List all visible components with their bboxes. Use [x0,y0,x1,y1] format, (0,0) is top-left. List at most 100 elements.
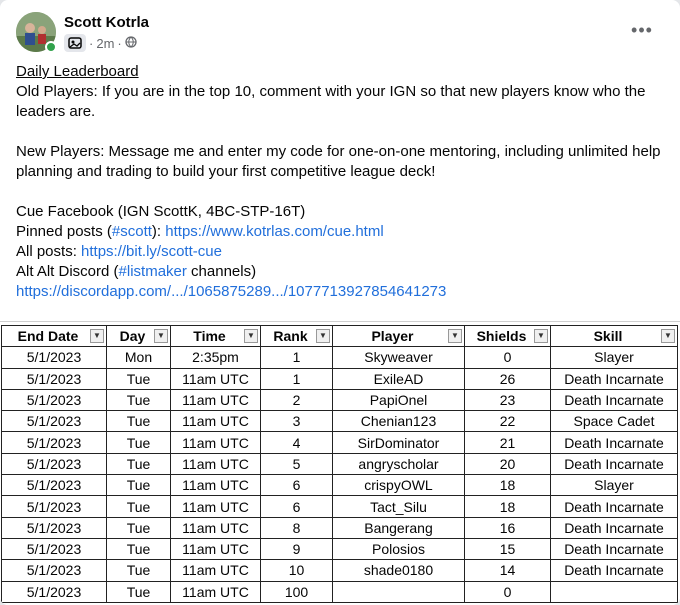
table-row: 5/1/2023 Tue 11am UTC 100 0 [1,580,678,603]
table-cell: 11am UTC [170,431,261,454]
table-cell: SirDominator [332,431,465,454]
column-header: Time ▼ [170,324,261,348]
online-status-dot [45,41,57,53]
new-players-text: New Players: Message me and enter my cod… [16,143,661,160]
old-players-text: Old Players: If you are in the top 10, c… [16,83,646,100]
table-cell: Bangerang [332,516,465,539]
table-cell: Slayer [550,474,678,497]
column-header: Player ▼ [332,324,465,348]
discord-line: https://discordapp.com/.../1065875289...… [16,282,666,302]
kotrlas-link[interactable]: https://www.kotrlas.com/cue.html [165,223,383,240]
column-header-label: Player [371,328,414,345]
all-posts-line: All posts: https://bit.ly/scott-cue [16,242,666,262]
table-row: 5/1/2023 Tue 11am UTC 6 crispyOWL 18 Slayer [1,474,678,497]
table-cell: angryscholar [332,452,465,476]
table-cell: 0 [464,580,551,603]
filter-dropdown-icon: ▼ [316,329,330,343]
column-header-label: Shields [476,328,527,345]
alt-discord-line: Alt Alt Discord (#listmaker channels) [16,262,666,282]
table-cell: 1 [260,346,333,369]
filter-dropdown-icon: ▼ [154,329,168,343]
table-cell: 11am UTC [170,495,261,518]
table-cell: 11am UTC [170,388,261,412]
table-cell: 5/1/2023 [1,474,107,497]
table-cell: 5/1/2023 [1,580,107,603]
bitly-link[interactable]: https://bit.ly/scott-cue [81,243,222,260]
table-cell: Polosios [332,537,465,561]
post-timestamp[interactable]: 2m [96,36,114,51]
table-row: 5/1/2023 Tue 11am UTC 1 ExileAD 26 Death Incar… [1,367,678,390]
table-row: 5/1/2023 Tue 11am UTC 5 angryscholar 20 Death … [1,452,678,476]
post-card: Scott Kotrla · 2m · ••• Daily Leaderboar… [0,0,680,605]
table-cell: 18 [464,495,551,518]
table-cell: 1 [260,367,333,390]
pinned-prefix: Pinned posts ( [16,223,112,240]
table-cell: 11am UTC [170,516,261,539]
table-cell: 5/1/2023 [1,431,107,454]
old-players-text-2: leaders are. [16,103,96,120]
table-cell: 14 [464,559,551,582]
table-cell: 6 [260,474,333,497]
filter-dropdown-icon: ▼ [448,329,462,343]
table-cell: 5 [260,452,333,476]
more-options-button[interactable]: ••• [628,18,656,42]
table-cell: Tue [106,388,171,412]
table-cell: 5/1/2023 [1,452,107,476]
pinned-posts-line: Pinned posts (#scott): https://www.kotrl… [16,222,666,242]
table-cell: Tue [106,474,171,497]
table-cell: Death Incarnate [550,559,678,582]
table-row: 5/1/2023 Tue 11am UTC 2 PapiOnel 23 Death Inca… [1,388,678,412]
author-name[interactable]: Scott Kotrla [64,14,149,31]
table-cell: Death Incarnate [550,516,678,539]
scott-hashtag-link[interactable]: #scott [112,223,152,240]
table-cell: 5/1/2023 [1,410,107,433]
leaderboard-table: End Date ▼ Day ▼ Time ▼ Rank ▼ Player ▼ Shields ▼ Sk… [1,324,678,603]
leaderboard-image[interactable]: End Date ▼ Day ▼ Time ▼ Rank ▼ Player ▼ Shields ▼ Sk… [0,321,680,605]
column-header-label: Rank [273,328,308,345]
table-row: 5/1/2023 Tue 11am UTC 4 SirDominator 21 Death … [1,431,678,454]
table-cell: 20 [464,452,551,476]
table-header-row: End Date ▼ Day ▼ Time ▼ Rank ▼ Player ▼ Shields ▼ Sk… [1,324,678,348]
table-cell: Skyweaver [332,346,465,369]
column-header-label: Time [193,328,226,345]
table-cell: Tact_Silu [332,495,465,518]
table-cell: 6 [260,495,333,518]
table-cell: 5/1/2023 [1,537,107,561]
table-cell: Tue [106,431,171,454]
filter-dropdown-icon: ▼ [661,329,675,343]
post-meta: · 2m · [64,34,137,52]
table-cell: 23 [464,388,551,412]
filter-dropdown-icon: ▼ [244,329,258,343]
table-cell: Tue [106,452,171,476]
column-header-label: End Date [17,328,79,345]
table-cell: 8 [260,516,333,539]
table-cell: 22 [464,410,551,433]
table-cell: Space Cadet [550,410,678,433]
table-cell: Tue [106,559,171,582]
table-cell: 100 [260,580,333,603]
table-cell: Death Incarnate [550,495,678,518]
public-globe-icon [125,35,137,51]
table-row: 5/1/2023 Tue 11am UTC 9 Polosios 15 Death Inca… [1,537,678,561]
discord-link[interactable]: https://discordapp.com/.../1065875289...… [16,283,446,300]
table-cell: 11am UTC [170,367,261,390]
table-cell: 4 [260,431,333,454]
table-cell: 11am UTC [170,452,261,476]
table-row: 5/1/2023 Tue 11am UTC 8 Bangerang 16 Death Inc… [1,516,678,539]
table-cell: 5/1/2023 [1,495,107,518]
table-cell: ExileAD [332,367,465,390]
table-cell: 5/1/2023 [1,388,107,412]
table-cell: shade0180 [332,559,465,582]
table-cell: Death Incarnate [550,431,678,454]
listmaker-hashtag-link[interactable]: #listmaker [119,263,187,280]
post-body: Daily Leaderboard Old Players: If you ar… [16,62,666,302]
table-cell [332,580,465,603]
meta-separator-2: · [117,35,122,51]
table-cell: crispyOWL [332,474,465,497]
group-badge-icon[interactable] [64,34,86,52]
post-title: Daily Leaderboard [16,63,139,80]
table-cell: Death Incarnate [550,537,678,561]
table-cell: 11am UTC [170,410,261,433]
table-cell: 5/1/2023 [1,516,107,539]
